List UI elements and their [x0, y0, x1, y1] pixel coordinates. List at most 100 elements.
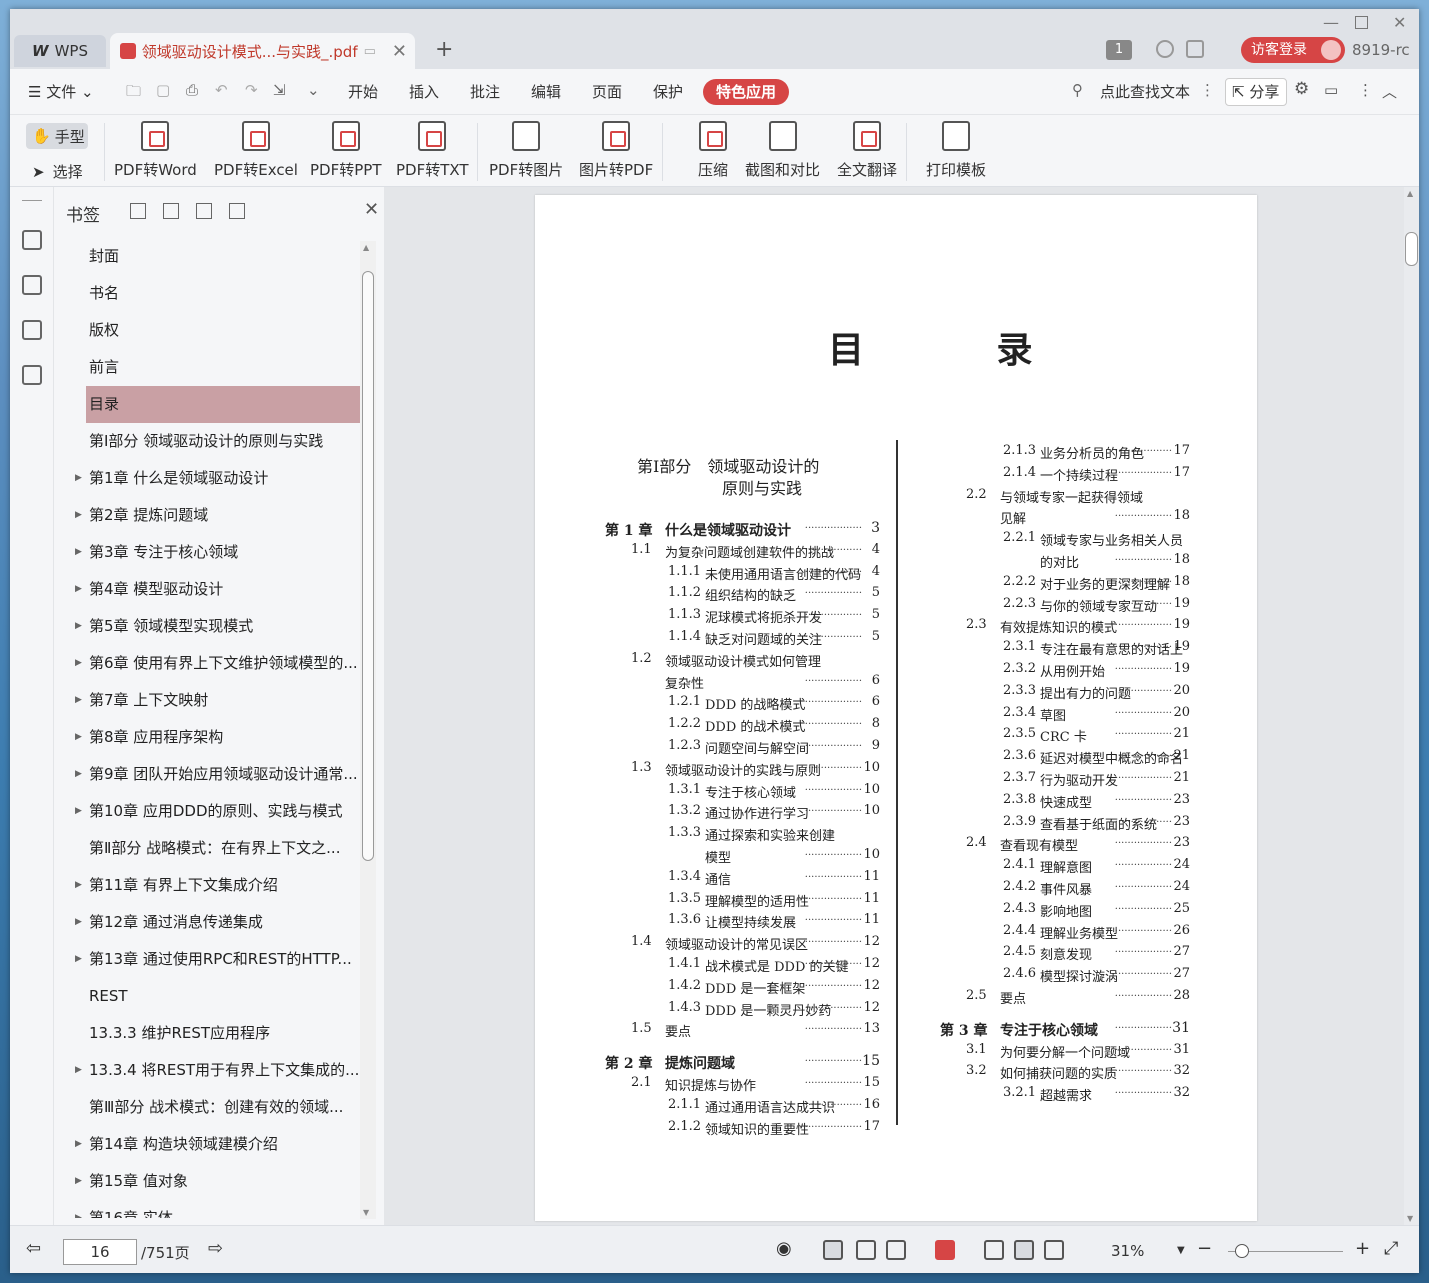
prev-page-icon[interactable]: ⇦	[26, 1238, 41, 1259]
bookmark-item[interactable]: 第Ⅲ部分 战术模式：创建有效的领域...	[66, 1089, 360, 1126]
bookmark-item[interactable]: 第Ⅰ部分 领域驱动设计的原则与实践	[66, 423, 360, 460]
expand-arrow-icon[interactable]: ▶	[75, 1163, 82, 1200]
select-tool-button[interactable]: ➤ 选择	[32, 161, 83, 182]
expand-arrow-icon[interactable]: ▶	[75, 645, 82, 682]
expand-arrow-icon[interactable]: ▶	[75, 1052, 82, 1089]
single-page-icon[interactable]	[856, 1240, 876, 1260]
drag-handle[interactable]	[22, 200, 42, 201]
bookmark-item[interactable]: ▶ 第2章 提炼问题域	[66, 497, 360, 534]
bookmark-item[interactable]: ▶ 第9章 团队开始应用领域驱动设计通常...	[66, 756, 360, 793]
bookmark-item[interactable]: 书名	[66, 275, 360, 312]
bookmark-item[interactable]: ▶ 第4章 模型驱动设计	[66, 571, 360, 608]
bookmark-item[interactable]: ▶ 第7章 上下文映射	[66, 682, 360, 719]
outline-icon[interactable]	[22, 230, 42, 250]
skin-icon[interactable]	[1186, 40, 1204, 58]
pdf-to-word-button[interactable]: PDF转Word	[114, 121, 197, 180]
bookmark-item[interactable]: 前言	[66, 349, 360, 386]
bookmark-item[interactable]: 目录	[86, 386, 360, 423]
guest-login-button[interactable]: 访客登录	[1241, 37, 1345, 63]
menu-insert[interactable]: 插入	[409, 81, 439, 102]
bookmark-item[interactable]: ▶ 第12章 通过消息传递集成	[66, 904, 360, 941]
menu-protect[interactable]: 保护	[653, 81, 683, 102]
zoom-slider[interactable]	[1228, 1244, 1343, 1258]
expand-arrow-icon[interactable]: ▶	[75, 682, 82, 719]
more-options-icon[interactable]: ⋮	[1358, 81, 1373, 99]
menu-start[interactable]: 开始	[348, 81, 378, 102]
play-icon[interactable]	[935, 1240, 955, 1260]
thumbnail-icon[interactable]	[22, 275, 42, 295]
close-tab-icon[interactable]: ✕	[392, 41, 407, 62]
save-icon[interactable]: ▢	[156, 81, 170, 99]
maximize-icon[interactable]	[1355, 16, 1368, 29]
expand-arrow-icon[interactable]: ▶	[75, 719, 82, 756]
sync-icon[interactable]	[1156, 40, 1174, 58]
export-icon[interactable]: ⇲	[273, 81, 286, 99]
expand-arrow-icon[interactable]: ▶	[75, 793, 82, 830]
zoom-slider-handle[interactable]	[1235, 1244, 1249, 1258]
translate-button[interactable]: 全文翻译	[837, 121, 897, 180]
image-to-pdf-button[interactable]: 图片转PDF	[579, 121, 653, 180]
compress-button[interactable]: 压缩	[698, 121, 728, 180]
screenshot-compare-button[interactable]: 截图和对比	[745, 121, 820, 180]
more-chevron-icon[interactable]: ⌄	[307, 81, 320, 99]
print-icon[interactable]: ⎙	[186, 81, 198, 99]
scroll-down-icon[interactable]: ▼	[363, 1208, 369, 1217]
monitor-icon[interactable]: ▭	[364, 44, 376, 59]
bookmark-icon[interactable]	[229, 203, 245, 219]
redo-icon[interactable]: ↷	[245, 81, 258, 99]
hand-tool-button[interactable]: ✋ 手型	[26, 123, 88, 149]
search-text-input[interactable]: 点此查找文本	[1100, 81, 1190, 102]
page-scrollbar-thumb[interactable]	[1405, 232, 1418, 266]
zoom-level[interactable]: 31%	[1111, 1242, 1144, 1260]
pdf-to-ppt-button[interactable]: PDF转PPT	[310, 121, 381, 180]
bookmark-item[interactable]: ▶ 13.3.4 将REST用于有界上下文集成的...	[66, 1052, 360, 1089]
new-tab-button[interactable]: +	[435, 37, 453, 62]
bookmark-item[interactable]: ▶ 第11章 有界上下文集成介绍	[66, 867, 360, 904]
bookmark-item[interactable]: ▶ 第8章 应用程序架构	[66, 719, 360, 756]
add-bookmark-icon[interactable]	[196, 203, 212, 219]
collapse-ribbon-icon[interactable]: ︿	[1382, 81, 1397, 102]
more-vertical-icon[interactable]: ⋮	[1200, 81, 1215, 99]
bookmark-item[interactable]: 版权	[66, 312, 360, 349]
pdf-to-excel-button[interactable]: PDF转Excel	[214, 121, 298, 180]
scroll-down-icon[interactable]: ▼	[1407, 1214, 1413, 1223]
zoom-dropdown-icon[interactable]: ▼	[1177, 1245, 1185, 1256]
expand-all-icon[interactable]	[130, 203, 146, 219]
pdf-to-txt-button[interactable]: PDF转TXT	[396, 121, 469, 180]
zoom-out-icon[interactable]: −	[1197, 1238, 1212, 1259]
scrollbar-thumb[interactable]	[362, 271, 374, 861]
expand-arrow-icon[interactable]: ▶	[75, 497, 82, 534]
bookmark-item[interactable]: ▶ 第6章 使用有界上下文维护领域模型的...	[66, 645, 360, 682]
fit-page-icon[interactable]	[1014, 1240, 1034, 1260]
feedback-icon[interactable]: ▭	[1324, 81, 1338, 99]
expand-arrow-icon[interactable]: ▶	[75, 460, 82, 497]
bookmark-item[interactable]: ▶ 第14章 构造块领域建模介绍	[66, 1126, 360, 1163]
eye-protection-icon[interactable]: ◉	[776, 1238, 792, 1259]
print-template-button[interactable]: 打印模板	[926, 121, 986, 180]
menu-comment[interactable]: 批注	[470, 81, 500, 102]
fit-width-icon[interactable]	[1044, 1240, 1064, 1260]
expand-arrow-icon[interactable]: ▶	[75, 571, 82, 608]
close-window-icon[interactable]: ✕	[1393, 13, 1406, 32]
menu-special-apps[interactable]: 特色应用	[703, 79, 789, 105]
expand-arrow-icon[interactable]: ▶	[75, 867, 82, 904]
expand-arrow-icon[interactable]: ▶	[75, 904, 82, 941]
share-button[interactable]: ⇱ 分享	[1225, 78, 1287, 106]
actual-size-icon[interactable]	[984, 1240, 1004, 1260]
minimize-icon[interactable]: —	[1323, 13, 1339, 32]
bookmark-item[interactable]: ▶ 第5章 领域模型实现模式	[66, 608, 360, 645]
fullscreen-icon[interactable]: ⤢	[1384, 1238, 1398, 1259]
undo-icon[interactable]: ↶	[215, 81, 228, 99]
expand-arrow-icon[interactable]: ▶	[75, 1126, 82, 1163]
close-panel-icon[interactable]: ✕	[364, 199, 379, 220]
window-count-badge[interactable]: 1	[1106, 40, 1132, 60]
settings-icon[interactable]: ⚙	[1294, 79, 1309, 99]
open-icon[interactable]: 🗀	[126, 81, 141, 106]
menu-page[interactable]: 页面	[592, 81, 622, 102]
expand-arrow-icon[interactable]: ▶	[75, 756, 82, 793]
scroll-up-icon[interactable]: ▲	[363, 243, 369, 252]
bookmark-scrollbar[interactable]: ▲ ▼	[360, 241, 376, 1219]
continuous-view-icon[interactable]	[823, 1240, 843, 1260]
pdf-to-image-button[interactable]: PDF转图片	[489, 121, 563, 180]
page-scrollbar[interactable]: ▲ ▼	[1404, 187, 1419, 1225]
